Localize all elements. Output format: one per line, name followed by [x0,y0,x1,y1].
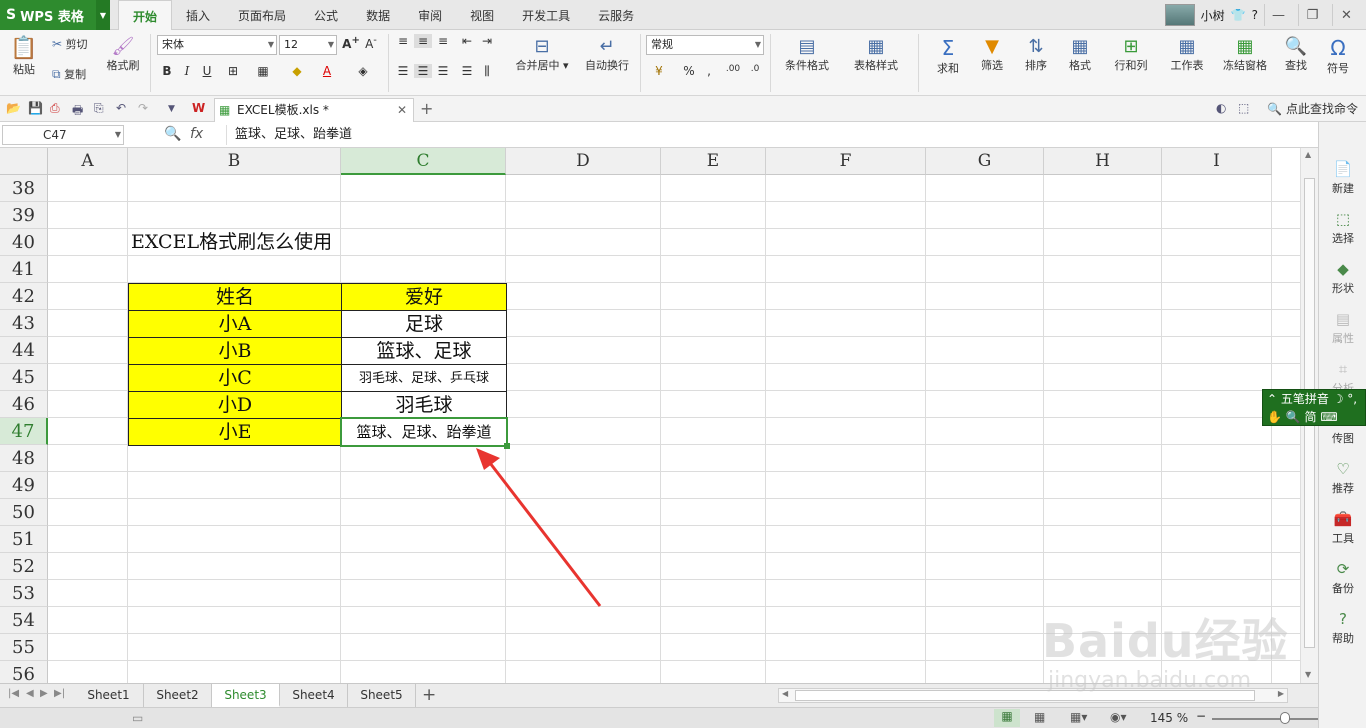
arrow-shaft [488,462,602,607]
red-arrow-annotation [476,448,602,607]
arrow-head [476,448,500,470]
wps-spreadsheet-window: S WPS 表格 ▼ 开始 插入 页面布局 公式 数据 审阅 视图 开发工具 云… [0,0,1366,728]
